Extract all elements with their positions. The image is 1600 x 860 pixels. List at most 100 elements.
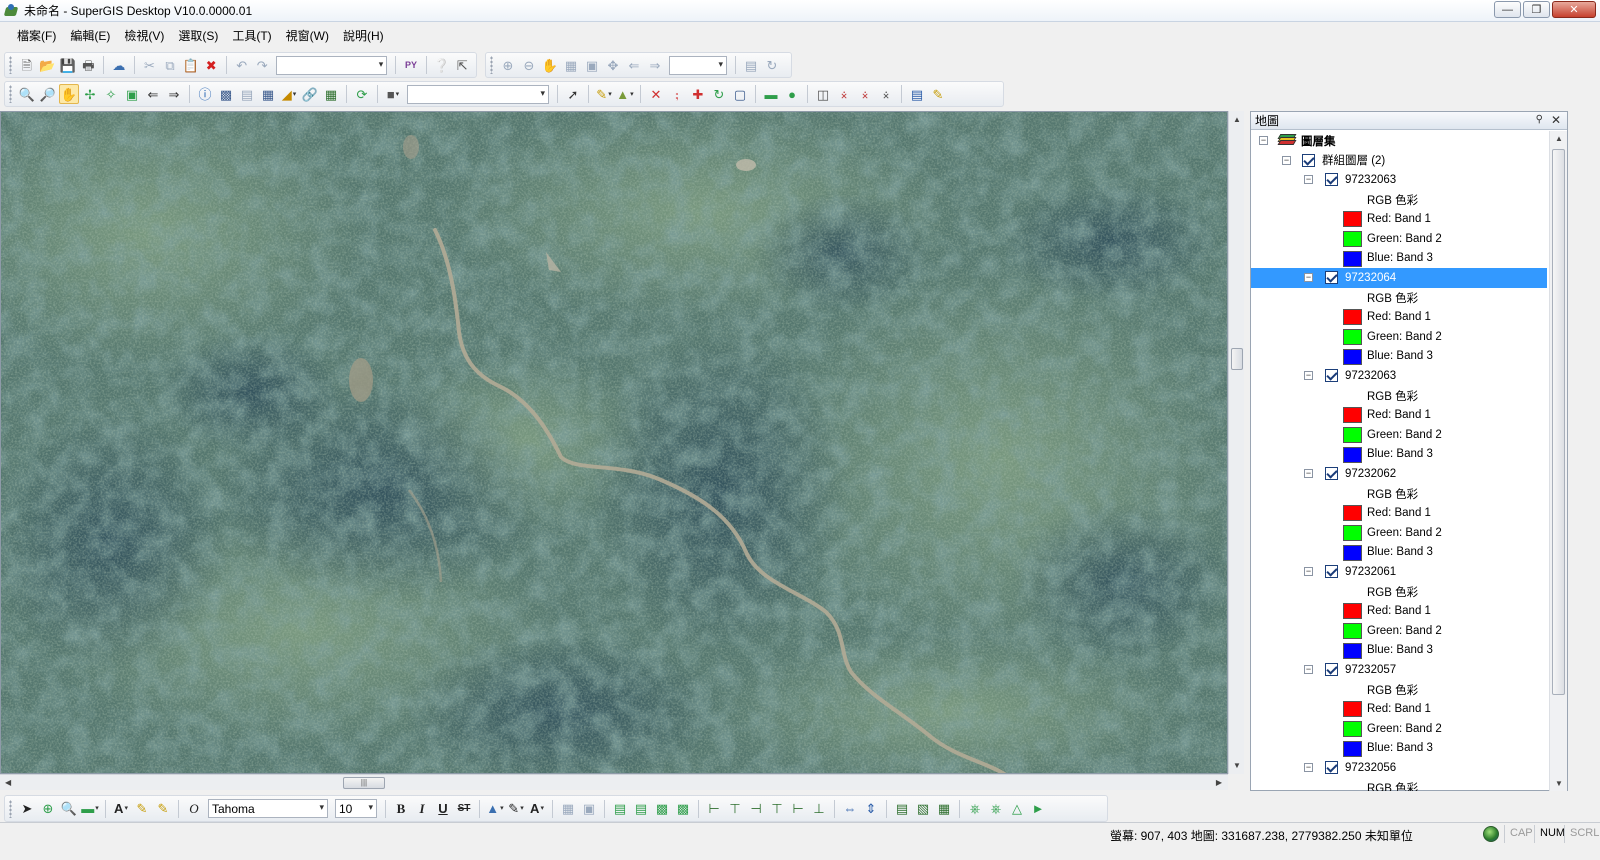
- layer-visibility-checkbox[interactable]: [1302, 153, 1315, 167]
- zoom-layer-icon[interactable]: ▣: [582, 55, 602, 75]
- fixed-zoom-in-icon[interactable]: ⊕: [498, 55, 518, 75]
- back-extent-icon[interactable]: ⇐: [624, 55, 644, 75]
- menu-file[interactable]: 檔案(F): [10, 27, 63, 44]
- collapse-toggle-icon[interactable]: −: [1304, 273, 1313, 283]
- paste-icon[interactable]: 📋: [181, 55, 201, 75]
- italic-icon[interactable]: I: [412, 799, 432, 819]
- menu-tools[interactable]: 工具(T): [225, 27, 278, 44]
- same-width-icon[interactable]: ▤: [892, 799, 912, 819]
- send-backward-icon[interactable]: ▩: [673, 799, 693, 819]
- group-layer-row[interactable]: − 群組圖層 (2): [1251, 151, 1547, 171]
- scroll-down-arrow-icon[interactable]: ▼: [1233, 761, 1241, 770]
- move-icon[interactable]: ⨟: [667, 84, 687, 104]
- rotate-element-icon[interactable]: ⊕: [38, 799, 58, 819]
- rectangle-shape-icon[interactable]: ▬: [761, 84, 781, 104]
- toolbar-grip[interactable]: [9, 85, 12, 103]
- rotate-right-icon[interactable]: ►: [1028, 799, 1048, 819]
- collapse-toggle-icon[interactable]: −: [1304, 175, 1313, 185]
- menu-select[interactable]: 選取(S): [171, 27, 225, 44]
- scroll-thumb[interactable]: [1552, 149, 1565, 695]
- toolbar-grip[interactable]: [9, 56, 12, 74]
- zoom-combo[interactable]: [669, 55, 727, 75]
- layer-visibility-checkbox[interactable]: [1325, 565, 1338, 579]
- edit-brush-icon[interactable]: ✎: [928, 84, 948, 104]
- table-icon[interactable]: ▦: [321, 84, 341, 104]
- align-bottom-icon[interactable]: ⊥: [809, 799, 829, 819]
- menu-help[interactable]: 說明(H): [336, 27, 391, 44]
- hyperlink-icon[interactable]: ▤: [237, 84, 257, 104]
- sketch-pencil-icon[interactable]: ✎ ▾: [594, 84, 614, 104]
- collapse-toggle-icon[interactable]: −: [1282, 155, 1291, 165]
- identify-icon[interactable]: ⓘ: [195, 84, 215, 104]
- mirror-icon[interactable]: ◫: [813, 84, 833, 104]
- forward-extent-icon[interactable]: ⇒: [645, 55, 665, 75]
- vertex-icon[interactable]: ▲ ▾: [615, 84, 635, 104]
- full-extent-icon[interactable]: ▦: [561, 55, 581, 75]
- bring-front-icon[interactable]: ▤: [610, 799, 630, 819]
- scroll-up-arrow-icon[interactable]: ▲: [1233, 115, 1241, 124]
- redo-icon[interactable]: ↷: [252, 55, 272, 75]
- menu-edit[interactable]: 編輯(E): [63, 27, 117, 44]
- zoom-layer-extent-icon[interactable]: ▣: [122, 84, 142, 104]
- minimize-button[interactable]: —: [1494, 1, 1521, 18]
- align-left-icon[interactable]: ⊢: [704, 799, 724, 819]
- layer-row[interactable]: − 97232057: [1251, 660, 1547, 680]
- copy-icon[interactable]: ⧉: [160, 55, 180, 75]
- refresh-icon[interactable]: ↻: [762, 55, 782, 75]
- layer-row[interactable]: − 97232062: [1251, 464, 1547, 484]
- circle-icon[interactable]: ●: [782, 84, 802, 104]
- link-icon[interactable]: 🔗: [300, 84, 320, 104]
- bold-icon[interactable]: B: [391, 799, 411, 819]
- pan-icon[interactable]: ✋: [540, 55, 560, 75]
- font-color-icon[interactable]: A ▾: [527, 799, 547, 819]
- whats-this-icon[interactable]: ⇱: [452, 55, 472, 75]
- collapse-toggle-icon[interactable]: −: [1304, 371, 1313, 381]
- camera-icon[interactable]: ■ ▾: [383, 84, 403, 104]
- layer-row[interactable]: − 97232061: [1251, 562, 1547, 582]
- zoom-in-icon[interactable]: 🔍: [17, 84, 37, 104]
- font-size-combo[interactable]: 10: [335, 799, 377, 818]
- font-icon[interactable]: O: [184, 799, 204, 819]
- layer-row[interactable]: − 97232063: [1251, 170, 1547, 190]
- align-center-icon[interactable]: ⊤: [725, 799, 745, 819]
- fixed-zoom-out-icon[interactable]: ⊖: [519, 55, 539, 75]
- edit-arrow-icon[interactable]: ➚: [563, 84, 583, 104]
- rotate-icon[interactable]: ↻: [709, 84, 729, 104]
- scroll-right-arrow-icon[interactable]: ▶: [1216, 778, 1222, 787]
- refresh-map-icon[interactable]: ⟳: [352, 84, 372, 104]
- send-back-icon[interactable]: ▤: [631, 799, 651, 819]
- scroll-up-arrow-icon[interactable]: ▲: [1555, 134, 1563, 143]
- layer-row[interactable]: − 97232056: [1251, 758, 1547, 778]
- layer-visibility-checkbox[interactable]: [1325, 271, 1338, 285]
- collapse-toggle-icon[interactable]: −: [1259, 136, 1268, 145]
- cut-icon[interactable]: ✂: [140, 55, 160, 75]
- undo-icon[interactable]: ↶: [232, 55, 252, 75]
- collapse-toggle-icon[interactable]: −: [1304, 665, 1313, 675]
- layer-visibility-checkbox[interactable]: [1325, 467, 1338, 481]
- align-middle-icon[interactable]: ⊢: [788, 799, 808, 819]
- align-top-icon[interactable]: ⊤: [767, 799, 787, 819]
- collapse-toggle-icon[interactable]: −: [1304, 763, 1313, 773]
- strikethrough-icon[interactable]: ST: [454, 799, 474, 819]
- same-height-icon[interactable]: ▧: [913, 799, 933, 819]
- find-icon[interactable]: ▦: [258, 84, 278, 104]
- close-button[interactable]: ✕: [1552, 1, 1596, 18]
- scale-combo[interactable]: [276, 55, 388, 75]
- delete-icon[interactable]: ✖: [201, 55, 221, 75]
- scroll-left-arrow-icon[interactable]: ◀: [5, 778, 11, 787]
- map-horizontal-scrollbar[interactable]: ◀ ||| ▶: [0, 774, 1228, 790]
- layer-visibility-checkbox[interactable]: [1325, 663, 1338, 677]
- select-element-icon[interactable]: ➤: [17, 799, 37, 819]
- group-icon[interactable]: ▦: [558, 799, 578, 819]
- fill-color-icon[interactable]: ▲ ▾: [485, 799, 505, 819]
- pan-hand-icon[interactable]: ✋: [59, 84, 79, 104]
- layer-visibility-checkbox[interactable]: [1325, 761, 1338, 775]
- layout-icon[interactable]: ▤: [741, 55, 761, 75]
- extend-icon[interactable]: ⨰: [876, 84, 896, 104]
- map-vertical-scrollbar[interactable]: ▲ ▼: [1228, 111, 1244, 774]
- open-icon[interactable]: 📂: [37, 55, 57, 75]
- rectangle-icon[interactable]: ▢: [730, 84, 750, 104]
- tree-root[interactable]: − 圖層集: [1251, 131, 1547, 151]
- align-right-icon[interactable]: ⊣: [746, 799, 766, 819]
- zoom-selected-icon[interactable]: ✧: [101, 84, 121, 104]
